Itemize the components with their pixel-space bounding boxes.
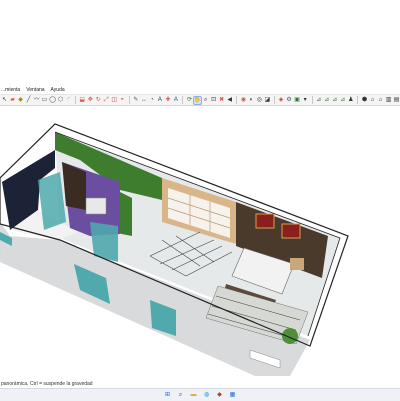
rotate-icon[interactable]: ↻ [95,97,102,104]
wall-art-left [255,213,275,229]
section-plane-icon[interactable]: ◪ [264,97,271,104]
menu-bar: ...mienta Ventana Ayuda [0,86,400,94]
look-around-icon[interactable]: ◎ [256,97,263,104]
sketchup-app-icon[interactable]: ◆ [216,391,224,399]
toolbar-group: ⟳ ✋ ⌕ ⊡ ✖ ◀ [186,95,233,105]
wall-art-right [281,223,301,239]
dimension-b-icon[interactable]: ⊿ [323,97,330,104]
paint-bucket-icon[interactable]: ◆ [17,97,24,104]
bathroom-glass-door [90,222,118,262]
warehouse-icon[interactable]: ◈ [278,97,285,104]
polygon-icon[interactable]: ⬡ [57,97,64,104]
3d-text-icon[interactable]: A [172,97,179,104]
toolbar-separator [75,96,76,104]
protractor-icon[interactable]: ◔ [148,97,155,104]
toolbar-separator [236,96,237,104]
push-pull-icon[interactable]: ⬓ [79,97,86,104]
move-icon[interactable]: ✥ [87,97,94,104]
toolbar-group: ◈ ⚙ ▣ ▾ [278,97,309,104]
potted-plant [282,328,298,344]
previous-view-icon[interactable]: ◀ [226,97,233,104]
freehand-icon[interactable]: 〰 [33,97,40,104]
windows-taskbar: ⊞ ⌕ ▬ ◍ ◆ ▦ [0,388,400,401]
rectangle-icon[interactable]: ▭ [41,97,48,104]
menu-item[interactable]: Ventana [26,86,44,94]
tape-measure-icon[interactable]: ✎ [132,97,139,104]
axes-icon[interactable]: ✚ [164,97,171,104]
menu-item[interactable]: Ayuda [51,86,65,94]
main-toolbar: ↖ ▰ ◆ ╱ 〰 ▭ ◯ ⬡ ◜ ⬓ ✥ ↻ ⤢ ◫ ◓ ✎ ↔ ◔ A ✚ A ⟳ ✋ ⌕ ⊡ ✖ ◀ ◉ ◐ ◎ ◪ ◈ ⚙ ▣ ▾ ⊿ ⊿ ⊿ ⊿ ♟… [0,94,400,106]
toolbar-group: ✎ ↔ ◔ A ✚ A [132,97,179,104]
walk-icon[interactable]: ◐ [248,97,255,104]
scale-figure-icon[interactable]: ♟ [347,97,354,104]
taskbar-search-icon[interactable]: ⌕ [177,391,185,399]
dimension-icon[interactable]: ↔ [140,97,147,104]
toolbar-separator [311,96,313,104]
browser-icon[interactable]: ◍ [203,391,211,399]
model-scene [0,123,349,376]
file-explorer-icon[interactable]: ▬ [190,391,198,399]
nightstand [290,258,304,270]
layout-icon[interactable]: ▣ [294,97,301,104]
dimension-c-icon[interactable]: ⊿ [331,97,338,104]
status-text: panorámica, Ctrl = suspende la gravedad [1,381,93,387]
arc-icon[interactable]: ◜ [65,97,72,104]
toolbar-group: ⊿ ⊿ ⊿ ⊿ ♟ [315,97,354,104]
menu-item[interactable]: ...mienta [1,86,20,94]
follow-me-icon[interactable]: ◓ [119,97,126,104]
zoom-extents-icon[interactable]: ✖ [218,97,225,104]
orbit-icon[interactable]: ⟳ [186,97,193,104]
eraser-icon[interactable]: ▰ [9,97,16,104]
extension-warehouse-icon[interactable]: ⚙ [286,97,293,104]
dimension-a-icon[interactable]: ⊿ [315,97,322,104]
store-icon[interactable]: ▦ [229,391,237,399]
toolbar-group: ↖ ▰ ◆ ╱ 〰 ▭ ◯ ⬡ ◜ [1,97,72,104]
zoom-icon[interactable]: ⌕ [202,97,209,104]
select-arrow-icon[interactable]: ↖ [1,97,8,104]
pan-icon[interactable]: ✋ [193,95,203,105]
windows-start-icon[interactable]: ⊞ [164,391,172,399]
toolbar-group: ⬓ ✥ ↻ ⤢ ◫ ◓ [79,97,126,104]
toolbar-separator [357,96,359,104]
right-view-icon[interactable]: ▥ [385,97,392,104]
iso-view-icon[interactable]: ⬢ [361,97,368,104]
toolbar-group: ⬢ ⌂ ⌂ ▥ ▤ [361,97,400,104]
dropdown-icon[interactable]: ▾ [302,97,309,104]
toolbar-separator [128,96,130,104]
front-view-icon[interactable]: ⌂ [377,97,384,104]
zoom-window-icon[interactable]: ⊡ [210,97,217,104]
toolbar-separator [273,96,275,104]
vanity-sink [85,197,107,215]
top-view-icon[interactable]: ⌂ [369,97,376,104]
back-view-icon[interactable]: ▤ [393,97,400,104]
line-tool-icon[interactable]: ╱ [25,97,32,104]
text-tool-icon[interactable]: A [156,97,163,104]
dimension-d-icon[interactable]: ⊿ [339,97,346,104]
position-camera-icon[interactable]: ◉ [240,97,247,104]
scale-icon[interactable]: ⤢ [103,97,110,104]
circle-icon[interactable]: ◯ [49,97,56,104]
toolbar-group: ◉ ◐ ◎ ◪ [240,97,271,104]
status-bar: panorámica, Ctrl = suspende la gravedad [0,380,400,388]
toolbar-separator [182,96,184,104]
3d-viewport[interactable] [0,106,400,385]
offset-icon[interactable]: ◫ [111,97,118,104]
